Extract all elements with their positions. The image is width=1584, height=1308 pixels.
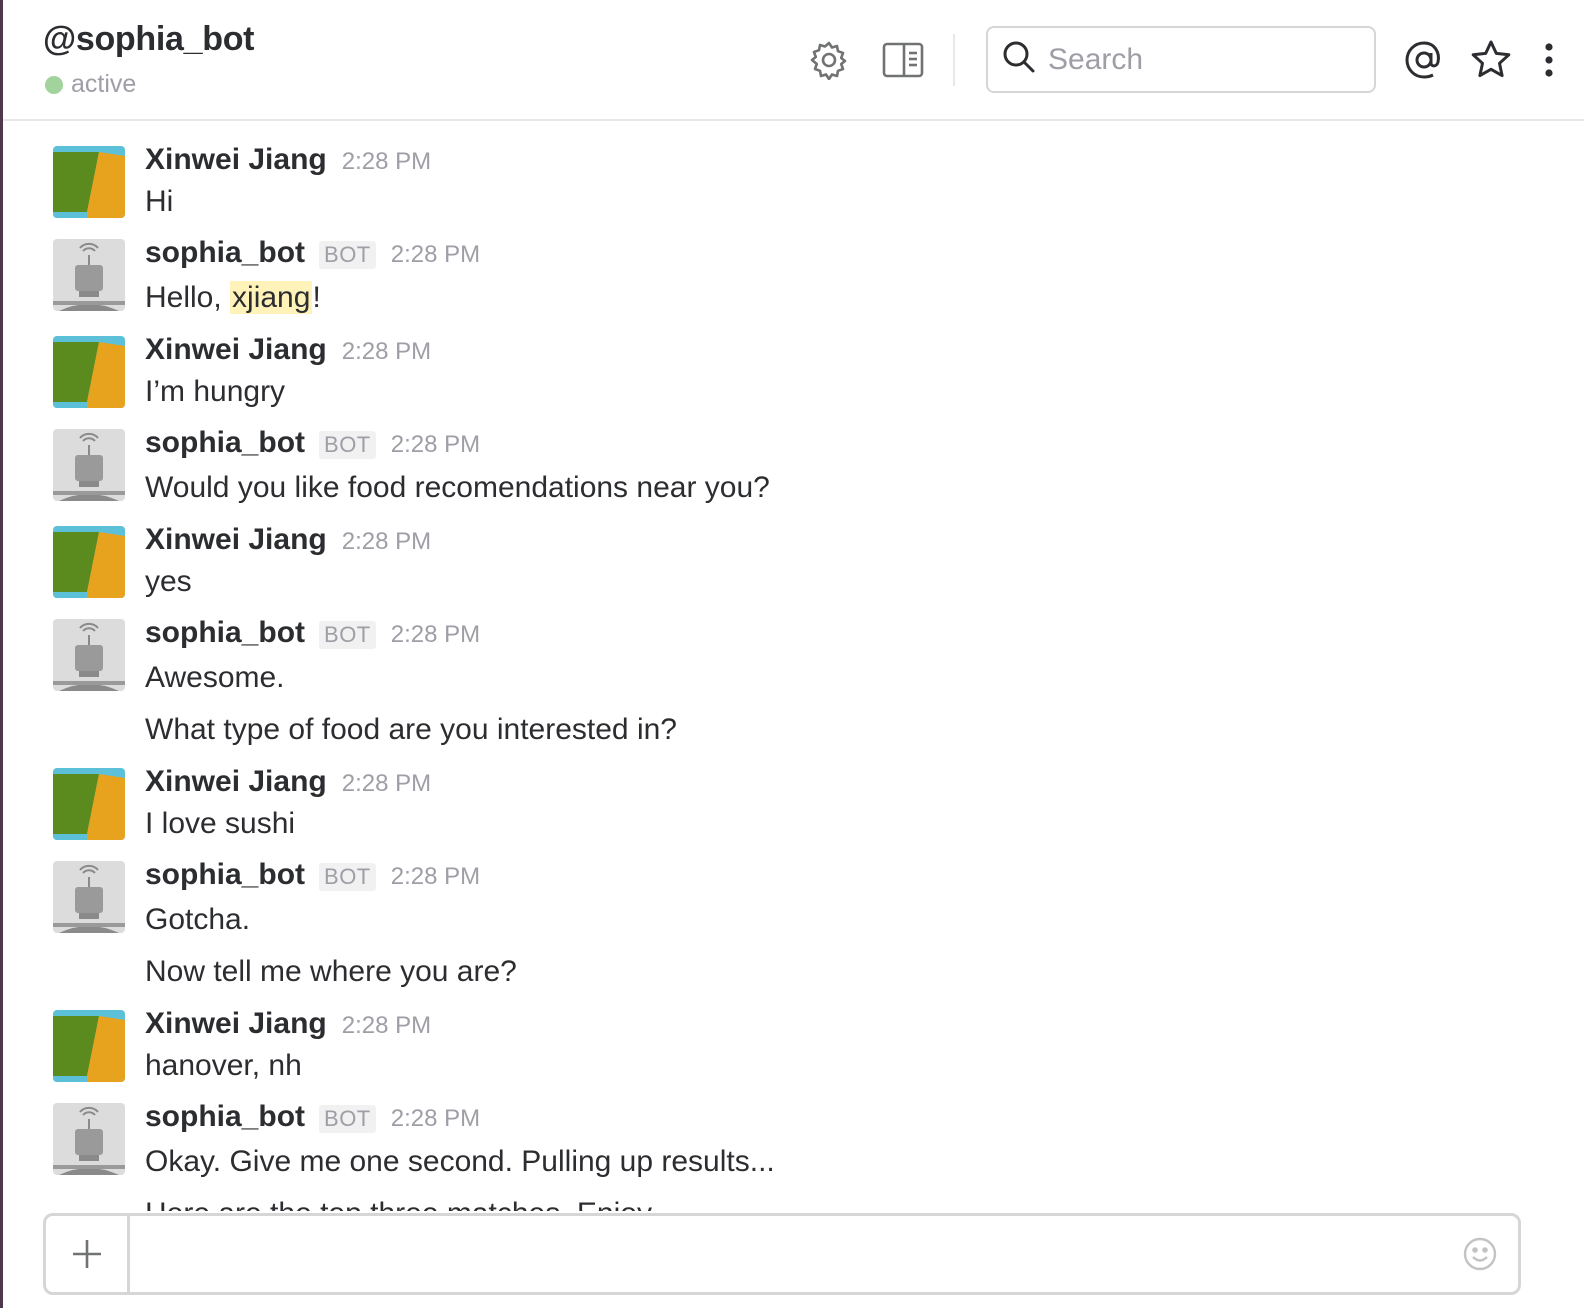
user-avatar[interactable] xyxy=(53,768,125,840)
message-timestamp[interactable]: 2:28 PM xyxy=(342,528,431,556)
message-text: Awesome. xyxy=(145,661,285,694)
channel-title[interactable]: @sophia_bot xyxy=(43,20,255,59)
message-author[interactable]: sophia_bot xyxy=(145,426,305,460)
header-divider xyxy=(953,34,955,86)
gear-icon[interactable] xyxy=(807,38,851,82)
mentions-icon[interactable] xyxy=(1401,37,1447,83)
bot-badge: BOT xyxy=(319,241,376,269)
message-text: I’m hungry xyxy=(145,375,286,408)
bot-avatar[interactable] xyxy=(53,239,125,311)
message-text-part: ! xyxy=(312,281,321,314)
presence-status: active xyxy=(45,70,136,99)
message-header: Xinwei Jiang 2:28 PM xyxy=(145,523,431,557)
message-author[interactable]: sophia_bot xyxy=(145,1100,305,1134)
presence-label: active xyxy=(71,70,137,98)
message-author[interactable]: Xinwei Jiang xyxy=(145,523,327,557)
message: Xinwei Jiang 2:28 PM Hi xyxy=(53,143,1564,233)
user-avatar[interactable] xyxy=(53,1010,125,1082)
message-header: sophia_bot BOT 2:28 PM xyxy=(145,858,480,892)
bot-avatar[interactable] xyxy=(53,429,125,501)
message-input[interactable] xyxy=(130,1216,1442,1292)
user-avatar[interactable] xyxy=(53,526,125,598)
message-timestamp[interactable]: 2:28 PM xyxy=(391,863,480,891)
message-timestamp[interactable]: 2:28 PM xyxy=(342,770,431,798)
message-timestamp[interactable]: 2:28 PM xyxy=(391,241,480,269)
message: sophia_bot BOT 2:28 PM Gotcha. Now tell … xyxy=(53,858,1564,998)
message-timestamp[interactable]: 2:28 PM xyxy=(342,338,431,366)
message-text: Hi xyxy=(145,185,174,218)
message-author[interactable]: Xinwei Jiang xyxy=(145,333,327,367)
star-icon[interactable] xyxy=(1468,37,1514,83)
message: Xinwei Jiang 2:28 PM hanover, nh xyxy=(53,1007,1564,1097)
bot-badge: BOT xyxy=(319,863,376,891)
message-header: sophia_bot BOT 2:28 PM xyxy=(145,1100,480,1134)
message: sophia_bot BOT 2:28 PM Hello, xjiang! xyxy=(53,236,1564,326)
user-avatar[interactable] xyxy=(53,336,125,408)
user-mention[interactable]: xjiang xyxy=(230,281,313,314)
bot-avatar[interactable] xyxy=(53,861,125,933)
message-header: Xinwei Jiang 2:28 PM xyxy=(145,333,431,367)
message-composer xyxy=(43,1213,1521,1295)
message-author[interactable]: Xinwei Jiang xyxy=(145,1007,327,1041)
bot-badge: BOT xyxy=(319,621,376,649)
message-timestamp[interactable]: 2:28 PM xyxy=(391,621,480,649)
channel-header: @sophia_bot active xyxy=(3,0,1584,121)
message-text-part: Hello, xyxy=(145,281,231,314)
message-header: sophia_bot BOT 2:28 PM xyxy=(145,426,480,460)
message: Xinwei Jiang 2:28 PM yes xyxy=(53,523,1564,613)
message-author[interactable]: sophia_bot xyxy=(145,616,305,650)
message-text: Now tell me where you are? xyxy=(145,955,517,988)
message-text: What type of food are you interested in? xyxy=(145,713,677,746)
message-text: hanover, nh xyxy=(145,1049,302,1082)
message-timestamp[interactable]: 2:28 PM xyxy=(342,148,431,176)
message-author[interactable]: Xinwei Jiang xyxy=(145,765,327,799)
message-author[interactable]: Xinwei Jiang xyxy=(145,143,327,177)
message-header: sophia_bot BOT 2:28 PM xyxy=(145,616,480,650)
message-text: I love sushi xyxy=(145,807,296,840)
message-author[interactable]: sophia_bot xyxy=(145,236,305,270)
message-text: Hello, xjiang! xyxy=(145,281,321,315)
user-avatar[interactable] xyxy=(53,146,125,218)
search-input[interactable] xyxy=(1048,42,1348,77)
dm-window: @sophia_bot active Search Xinwei Jiang 2… xyxy=(0,0,1584,1308)
message-header: Xinwei Jiang 2:28 PM xyxy=(145,143,431,177)
message-timestamp[interactable]: 2:28 PM xyxy=(391,1105,480,1133)
emoji-icon[interactable] xyxy=(1442,1216,1518,1292)
message-header: Xinwei Jiang 2:28 PM xyxy=(145,1007,431,1041)
message: Xinwei Jiang 2:28 PM I’m hungry xyxy=(53,333,1564,423)
message: sophia_bot BOT 2:28 PM Would you like fo… xyxy=(53,426,1564,516)
presence-dot-icon xyxy=(45,75,63,94)
message-timestamp[interactable]: 2:28 PM xyxy=(342,1012,431,1040)
message-text: Would you like food recomendations near … xyxy=(145,471,770,504)
message-timestamp[interactable]: 2:28 PM xyxy=(391,431,480,459)
bot-avatar[interactable] xyxy=(53,1103,125,1175)
plus-icon[interactable] xyxy=(46,1216,130,1292)
search-field[interactable] xyxy=(986,26,1376,93)
more-vertical-icon[interactable] xyxy=(1537,37,1561,83)
message-text-clipped: Here are the top three matches. Enjoy. xyxy=(145,1197,658,1211)
message: Xinwei Jiang 2:28 PM I love sushi xyxy=(53,765,1564,855)
sidebar-toggle-icon[interactable] xyxy=(881,38,925,82)
message-list[interactable]: Xinwei Jiang 2:28 PM Hi sophia_bot BOT 2… xyxy=(3,121,1584,1211)
message-header: sophia_bot BOT 2:28 PM xyxy=(145,236,480,270)
bot-avatar[interactable] xyxy=(53,619,125,691)
search-icon xyxy=(1002,40,1036,79)
message-text: yes xyxy=(145,565,192,598)
bot-badge: BOT xyxy=(319,431,376,459)
message-author[interactable]: sophia_bot xyxy=(145,858,305,892)
message-text: Gotcha. xyxy=(145,903,251,936)
message-header: Xinwei Jiang 2:28 PM xyxy=(145,765,431,799)
message: sophia_bot BOT 2:28 PM Okay. Give me one… xyxy=(53,1100,1564,1211)
bot-badge: BOT xyxy=(319,1105,376,1133)
message-text: Okay. Give me one second. Pulling up res… xyxy=(145,1145,775,1178)
message: sophia_bot BOT 2:28 PM Awesome. What typ… xyxy=(53,616,1564,756)
